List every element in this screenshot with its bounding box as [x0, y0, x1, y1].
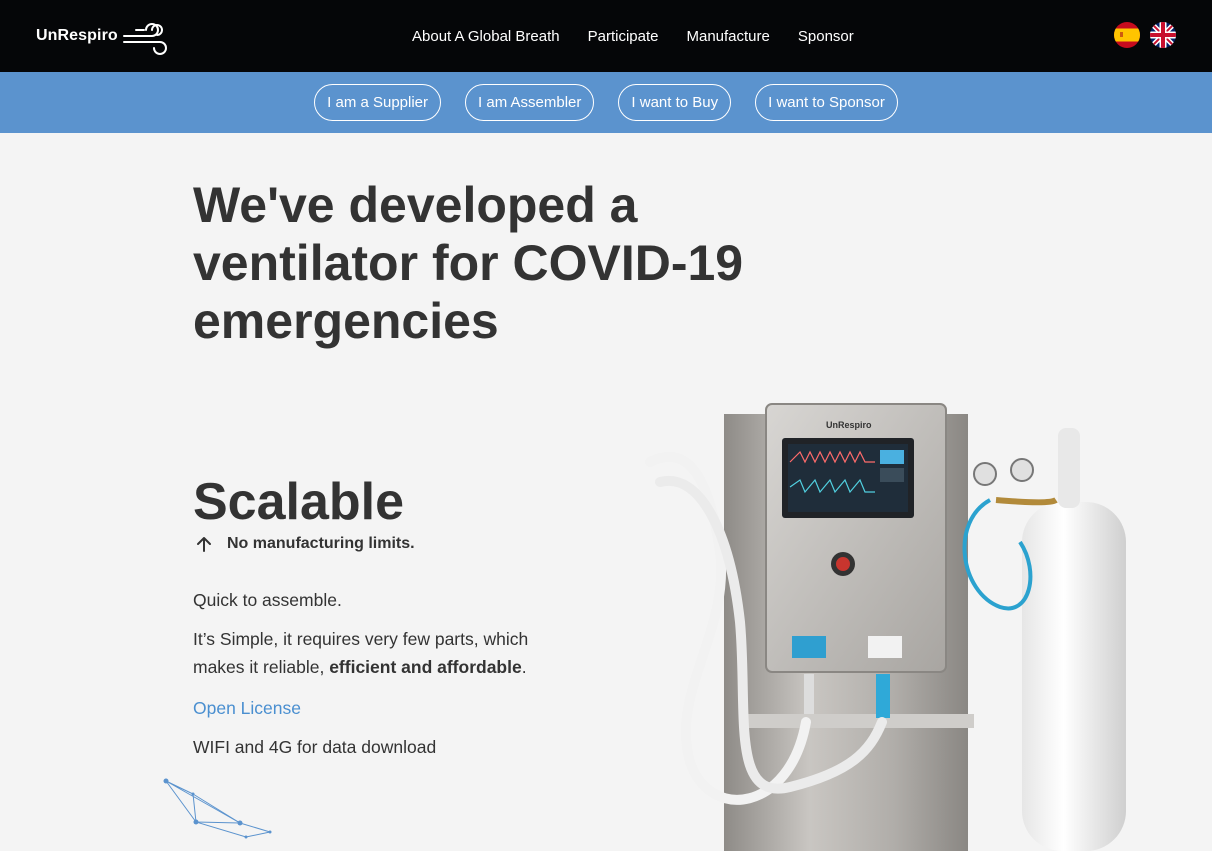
open-license-line: Open License — [193, 694, 301, 722]
role-bar: I am a Supplier I am Assembler I want to… — [0, 72, 1212, 133]
ventilator-image: UnRespiro — [645, 403, 1126, 851]
main-nav: About A Global Breath Participate Manufa… — [398, 0, 868, 72]
assembler-button[interactable]: I am Assembler — [465, 84, 595, 121]
uk-flag-icon[interactable] — [1150, 22, 1176, 48]
buy-button[interactable]: I want to Buy — [618, 84, 732, 121]
network-graph-decoration — [163, 778, 272, 839]
spain-flag-icon[interactable] — [1114, 22, 1140, 48]
hero-title: We've developed a ventilator for COVID-1… — [193, 177, 744, 349]
nav-about[interactable]: About A Global Breath — [412, 28, 560, 45]
nav-sponsor[interactable]: Sponsor — [798, 28, 854, 45]
nav-participate[interactable]: Participate — [588, 28, 659, 45]
open-license-link[interactable]: Open License — [193, 698, 301, 718]
feature-title: Scalable — [193, 473, 405, 531]
feature-subtitle-text: No manufacturing limits. — [227, 535, 415, 552]
svg-text:UnRespiro: UnRespiro — [826, 420, 872, 430]
language-switcher — [1114, 22, 1176, 48]
wind-logo-icon — [122, 23, 167, 55]
supplier-button[interactable]: I am a Supplier — [314, 84, 442, 121]
feature-line-simple: It’s Simple, it requires very few parts,… — [193, 629, 529, 677]
feature-subtitle: No manufacturing limits. — [195, 535, 415, 553]
logo-text: UnRespiro — [36, 27, 118, 44]
top-navbar: UnRespiro About A Global Breath Particip… — [0, 0, 1212, 72]
feature-line-wifi: WIFI and 4G for data download — [193, 737, 437, 757]
nav-manufacture[interactable]: Manufacture — [686, 28, 769, 45]
feature-line-assemble: Quick to assemble. — [193, 590, 342, 610]
sponsor-button[interactable]: I want to Sponsor — [755, 84, 898, 121]
arrow-up-icon — [197, 537, 211, 552]
logo[interactable]: UnRespiro — [36, 14, 170, 58]
